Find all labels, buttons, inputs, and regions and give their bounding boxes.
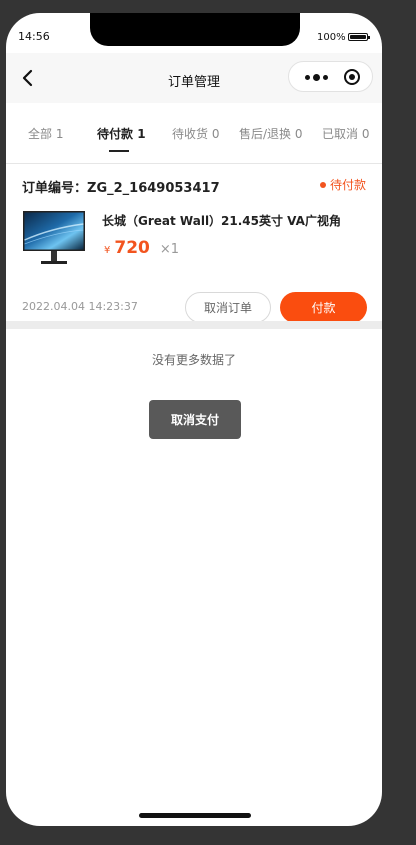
- status-time: 14:56: [18, 30, 50, 43]
- tab-count: 0: [361, 127, 370, 141]
- status-dot-icon: [320, 181, 326, 188]
- target-circle-icon[interactable]: [344, 69, 360, 85]
- tab-pending-payment[interactable]: 待付款 1: [97, 125, 146, 142]
- toast-message: 取消支付: [149, 400, 241, 439]
- tab-label: 全部: [28, 127, 53, 141]
- pay-button[interactable]: 付款: [280, 292, 367, 323]
- tab-pending-receipt[interactable]: 待收货 0: [172, 125, 219, 142]
- home-indicator[interactable]: [139, 813, 251, 818]
- section-divider: [6, 321, 382, 329]
- price-value: 720: [114, 238, 150, 258]
- quantity: ×1: [159, 242, 180, 257]
- order-number-value: ZG_2_1649053417: [87, 181, 220, 196]
- tab-all[interactable]: 全部 1: [28, 125, 63, 142]
- more-dots-icon[interactable]: [298, 70, 334, 84]
- battery-percent: 100%: [317, 32, 346, 43]
- active-tab-indicator: [109, 150, 129, 152]
- tab-count: 1: [137, 127, 146, 141]
- navbar: 订单管理: [6, 53, 382, 103]
- currency-symbol: ¥: [104, 245, 111, 256]
- phone-frame: 14:56 100% 订单管理 全部 1 待付款 1 待收货 0 售后/退换 0…: [6, 13, 382, 826]
- order-time: 2022.04.04 14:23:37: [22, 300, 138, 313]
- tab-label: 待收货: [172, 127, 209, 141]
- tab-label: 已取消: [322, 127, 359, 141]
- list-end-message: 没有更多数据了: [151, 353, 236, 367]
- price-row: ¥ 720 ×1: [104, 238, 179, 258]
- tab-after-sales[interactable]: 售后/退换 0: [239, 125, 303, 142]
- status-text: 待付款: [330, 178, 367, 192]
- product-name[interactable]: 长城（Great Wall）21.45英寸 VA广视角: [102, 212, 341, 229]
- order-card[interactable]: 订单编号：ZG_2_1649053417 待付款 长城（Great Wall）2…: [6, 164, 382, 323]
- tab-cancelled[interactable]: 已取消 0: [322, 125, 369, 142]
- tab-count: 1: [55, 127, 64, 141]
- phone-notch: [90, 13, 300, 46]
- order-number-label: 订单编号：: [22, 181, 88, 196]
- cancel-order-button[interactable]: 取消订单: [185, 292, 271, 323]
- product-image[interactable]: [22, 210, 86, 268]
- order-number: 订单编号：ZG_2_1649053417: [22, 177, 220, 196]
- order-tabs: 全部 1 待付款 1 待收货 0 售后/退换 0 已取消 0: [6, 103, 382, 164]
- screen: 14:56 100% 订单管理 全部 1 待付款 1 待收货 0 售后/退换 0…: [0, 0, 416, 845]
- tab-count: 0: [294, 127, 303, 141]
- tab-count: 0: [211, 127, 220, 141]
- miniprogram-capsule: [288, 61, 373, 92]
- status-badge: 待付款: [320, 176, 366, 193]
- tab-label: 售后/退换: [239, 127, 292, 141]
- tab-label: 待付款: [97, 127, 134, 141]
- battery-icon: [348, 33, 370, 41]
